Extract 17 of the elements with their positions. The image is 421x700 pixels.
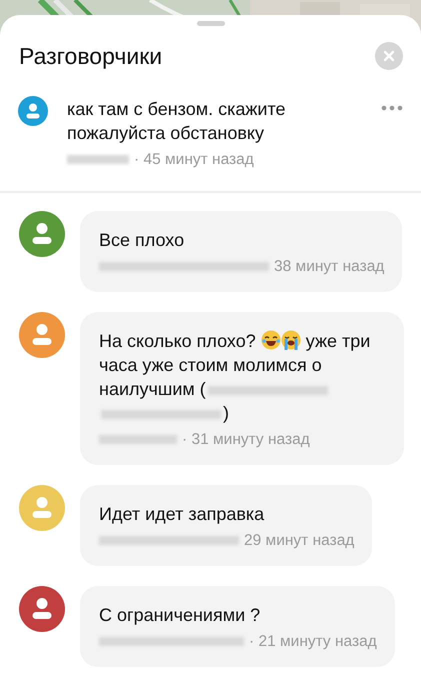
sheet-title: Разговорчики — [19, 42, 162, 70]
reply-time: 38 минут назад — [274, 258, 384, 275]
reply-time: · 21 минуту назад — [249, 633, 377, 650]
post-time: · 45 минут назад — [134, 151, 254, 168]
close-icon — [383, 50, 395, 62]
post-text: как там с бензом. скажите пожалуйста обстановку — [67, 98, 287, 145]
reply-time: · 31 минуту назад — [182, 431, 310, 448]
reply-text: На сколько плохо? уже три часа уже стоим молимся о наилучшим ( ) — [99, 329, 372, 425]
laughing-emoji-icon — [260, 330, 281, 350]
reply-text: Идет идет заправка — [99, 503, 266, 526]
close-button[interactable] — [375, 42, 403, 70]
reply-text: Все плохо — [99, 229, 186, 252]
more-icon[interactable] — [381, 105, 403, 111]
reply-text: С ограничениями ? — [99, 604, 262, 627]
drag-handle[interactable] — [196, 21, 224, 26]
crying-emoji-icon — [280, 330, 301, 350]
reply-time: 29 минут назад — [244, 532, 354, 549]
